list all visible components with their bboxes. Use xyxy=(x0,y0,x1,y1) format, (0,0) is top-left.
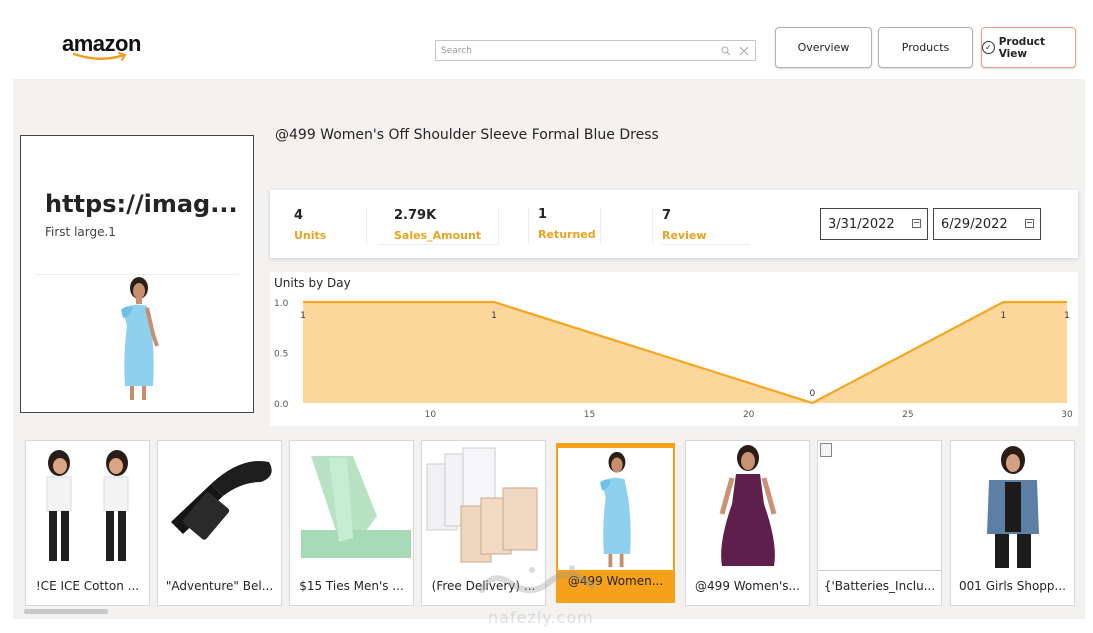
x-tick-label: 15 xyxy=(584,410,595,420)
chart-plot: 1.00.50.010 15 20 25 301 101 1 xyxy=(274,299,1073,420)
data-label: 1 xyxy=(1000,311,1006,321)
kpi-value: 4 xyxy=(294,208,304,223)
kpi-value: 2.79K xyxy=(394,208,437,223)
overview-button[interactable]: Overview xyxy=(775,27,872,68)
image-url-text: https://imag... xyxy=(45,190,238,218)
x-tick-label: 30 xyxy=(1061,410,1073,420)
kpi-separator xyxy=(652,208,653,244)
product-tile[interactable]: {'Batteries_Inclu... xyxy=(817,440,942,606)
product-image-card: https://imag... First large.1 xyxy=(20,135,254,413)
search-input[interactable] xyxy=(436,41,719,60)
calendar-icon[interactable] xyxy=(1025,219,1034,228)
x-tick-label: 10 xyxy=(425,410,437,420)
x-tick-label: 20 xyxy=(743,410,755,420)
search-icon[interactable] xyxy=(719,44,733,58)
data-label: 0 xyxy=(809,389,815,399)
amazon-logo: amazon xyxy=(62,32,146,62)
product-caption: {'Batteries_Inclu... xyxy=(823,579,936,593)
product-tile[interactable]: @499 Women's... xyxy=(685,440,810,606)
kpi-value: 7 xyxy=(662,208,672,223)
calendar-icon[interactable] xyxy=(912,219,921,228)
clear-icon[interactable] xyxy=(737,44,751,58)
product-caption: 001 Girls Shopp... xyxy=(959,579,1066,593)
y-tick-label: 0.5 xyxy=(274,350,288,360)
product-thumbnail xyxy=(686,443,809,571)
y-tick-label: 0.0 xyxy=(274,400,289,410)
end-date-value: 6/29/2022 xyxy=(941,216,1008,232)
kpi-separator xyxy=(366,208,367,244)
product-thumbnail xyxy=(290,443,413,571)
product-tile-selected[interactable]: @499 Women... xyxy=(556,443,675,603)
products-button-label: Products xyxy=(901,41,950,54)
kpi-returned: 1 Returned xyxy=(538,207,596,241)
area-fill xyxy=(303,302,1067,403)
y-tick-label: 1.0 xyxy=(274,299,289,309)
kpi-sales-amount: 2.79K Sales_Amount xyxy=(394,208,481,242)
kpi-label: Review xyxy=(662,229,707,242)
data-label: 1 xyxy=(300,311,306,321)
kpi-separator xyxy=(498,208,499,244)
product-thumbnail xyxy=(26,443,149,571)
overview-button-label: Overview xyxy=(797,41,850,54)
image-frame xyxy=(818,441,941,571)
smile-arrow-icon xyxy=(72,52,127,61)
x-tick-label: 25 xyxy=(902,410,913,420)
product-carousel: !CE ICE Cotton ... "Adventure" Bel... $1… xyxy=(25,440,1077,606)
product-thumbnail xyxy=(558,448,673,570)
data-label: 1 xyxy=(1064,311,1070,321)
product-view-button-label: Product View xyxy=(998,35,1046,60)
product-caption: @499 Women... xyxy=(567,574,664,588)
kpi-value: 1 xyxy=(538,207,548,222)
data-label: 1 xyxy=(491,311,497,321)
units-by-day-chart: Units by Day 1.0 0.5 0.0 10 15 20 25 30 1 1 0 1 1 xyxy=(270,272,1078,426)
product-tile[interactable]: (Free Delivery) ... xyxy=(421,440,546,606)
start-date-input[interactable]: 3/31/2022 xyxy=(820,208,928,240)
kpi-label: Returned xyxy=(538,228,596,241)
products-button[interactable]: Products xyxy=(878,27,973,68)
kpi-separator xyxy=(528,208,529,244)
start-date-value: 3/31/2022 xyxy=(828,216,895,232)
kpi-label: Units xyxy=(294,229,327,242)
product-caption: $15 Ties Men's ... xyxy=(299,579,404,593)
carousel-scrollbar[interactable] xyxy=(24,609,108,614)
kpi-units: 4 Units xyxy=(294,208,326,242)
search-box[interactable] xyxy=(435,40,756,61)
product-caption: @499 Women's... xyxy=(695,579,800,593)
check-circle-icon: ✓ xyxy=(982,41,995,54)
dress-model-image xyxy=(121,277,159,400)
product-tile[interactable]: $15 Ties Men's ... xyxy=(289,440,414,606)
kpi-underline xyxy=(662,244,750,245)
product-thumbnail xyxy=(158,443,281,571)
product-tile[interactable]: !CE ICE Cotton ... xyxy=(25,440,150,606)
product-tile[interactable]: "Adventure" Bel... xyxy=(157,440,282,606)
product-thumbnail xyxy=(422,443,545,571)
product-thumbnail xyxy=(951,443,1074,571)
image-subtitle: First large.1 xyxy=(45,225,116,239)
kpi-label: Sales_Amount xyxy=(394,229,482,242)
product-caption: "Adventure" Bel... xyxy=(165,579,274,593)
kpi-separator xyxy=(600,208,601,244)
kpi-review: 7 Review xyxy=(662,208,707,242)
broken-image-icon xyxy=(820,443,832,457)
product-caption: (Free Delivery) ... xyxy=(431,579,536,593)
product-view-button[interactable]: ✓ Product View xyxy=(981,27,1076,68)
product-tile[interactable]: 001 Girls Shopp... xyxy=(950,440,1075,606)
kpi-underline xyxy=(380,244,498,245)
product-title: @499 Women's Off Shoulder Sleeve Formal … xyxy=(275,127,659,143)
end-date-input[interactable]: 6/29/2022 xyxy=(933,208,1041,240)
product-caption: !CE ICE Cotton ... xyxy=(35,579,140,593)
